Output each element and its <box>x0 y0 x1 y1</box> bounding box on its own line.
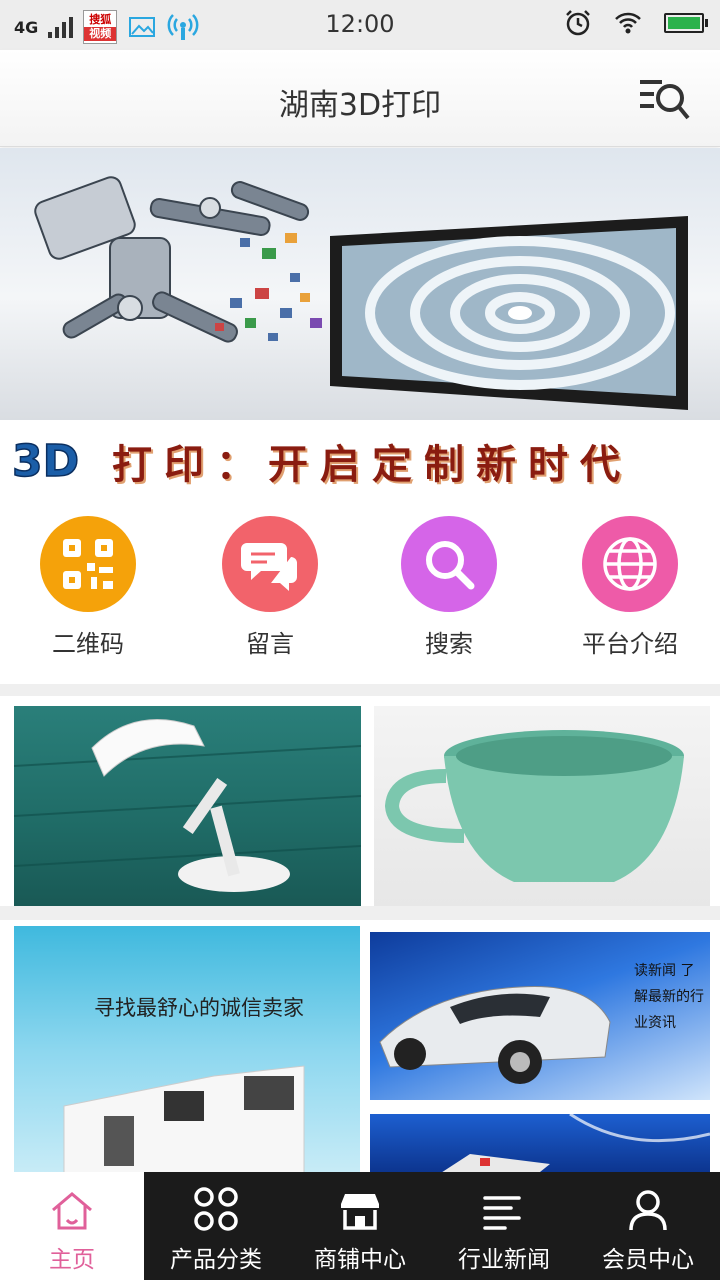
battery-icon <box>664 13 708 33</box>
user-icon <box>629 1190 667 1231</box>
hotspot-icon <box>167 14 199 40</box>
app-badge-top: 搜狐 <box>89 13 112 26</box>
slogan-badge: 3D <box>12 436 79 486</box>
news-caption: 读新闻 了解最新的行业资讯 <box>634 963 704 1031</box>
store-icon <box>341 1194 379 1230</box>
tab-member-center[interactable]: 会员中心 <box>576 1172 720 1280</box>
banner-illustration <box>34 176 688 410</box>
3d-logo-icon: 3D <box>11 435 80 486</box>
more-tile-image <box>430 1114 710 1180</box>
lamp-image <box>14 719 361 892</box>
tab-label: 会员中心 <box>602 1247 694 1273</box>
category-grid-icon <box>194 1187 238 1231</box>
page-title: 湖南3D打印 <box>278 88 442 123</box>
quick-link-label: 平台介绍 <box>582 630 678 658</box>
news-icon <box>483 1196 521 1230</box>
chat-icon <box>222 516 318 612</box>
tab-label: 商铺中心 <box>314 1247 406 1273</box>
app-header: 湖南3D打印 <box>0 50 720 147</box>
signal-icon <box>48 16 74 38</box>
bottom-tab-bar: 主页 产品分类 商铺中心 行业新闻 会员中心 <box>0 1172 720 1280</box>
tab-label: 行业新闻 <box>458 1247 550 1273</box>
quick-link-label: 二维码 <box>52 630 124 658</box>
sohu-video-icon: 搜狐 视频 <box>83 10 118 44</box>
promo-tile-industry-news[interactable]: 读新闻 了解最新的行业资讯 <box>370 932 710 1100</box>
network-type: 4G <box>14 17 39 37</box>
tab-label: 主页 <box>49 1247 95 1273</box>
quick-link-qr-code[interactable]: 二维码 <box>18 516 158 659</box>
promo-banner[interactable] <box>0 148 720 420</box>
quick-link-search[interactable]: 搜索 <box>379 516 519 659</box>
quick-link-label: 搜索 <box>425 630 473 658</box>
tab-product-categories[interactable]: 产品分类 <box>144 1172 288 1280</box>
tab-industry-news[interactable]: 行业新闻 <box>432 1172 576 1280</box>
promo-tile-more[interactable] <box>370 1114 710 1180</box>
status-bar: 4G 搜狐 视频 12:00 <box>0 0 720 50</box>
globe-icon <box>582 516 678 612</box>
section-divider <box>0 906 720 920</box>
search-menu-button[interactable] <box>636 72 692 128</box>
quick-links: 二维码 留言 搜索 平台介绍 <box>0 500 720 684</box>
home-icon <box>52 1192 92 1230</box>
search-list-icon <box>640 80 690 120</box>
cup-image <box>384 730 684 882</box>
house-image <box>63 1065 305 1176</box>
quick-link-message[interactable]: 留言 <box>200 516 340 659</box>
search-icon <box>401 516 497 612</box>
tab-home[interactable]: 主页 <box>0 1172 144 1280</box>
qr-code-icon <box>40 516 136 612</box>
image-icon <box>129 17 156 37</box>
promo-tile-trusted-seller[interactable]: 寻找最舒心的诚信卖家 <box>14 926 360 1176</box>
tab-label: 产品分类 <box>170 1247 262 1273</box>
tab-store-center[interactable]: 商铺中心 <box>288 1172 432 1280</box>
alarm-icon <box>566 10 590 36</box>
section-divider <box>0 684 720 696</box>
quick-link-platform-intro[interactable]: 平台介绍 <box>560 516 700 659</box>
app-badge-bottom: 视频 <box>84 27 117 41</box>
product-tile-lamp[interactable] <box>14 706 361 906</box>
product-tile-cup[interactable] <box>374 706 710 906</box>
slogan-text: 打印：开启定制新时代 <box>112 441 632 488</box>
quick-link-label: 留言 <box>246 630 294 658</box>
wifi-icon <box>615 12 641 34</box>
slogan-strip: 3D 打印：开启定制新时代 <box>0 420 720 498</box>
